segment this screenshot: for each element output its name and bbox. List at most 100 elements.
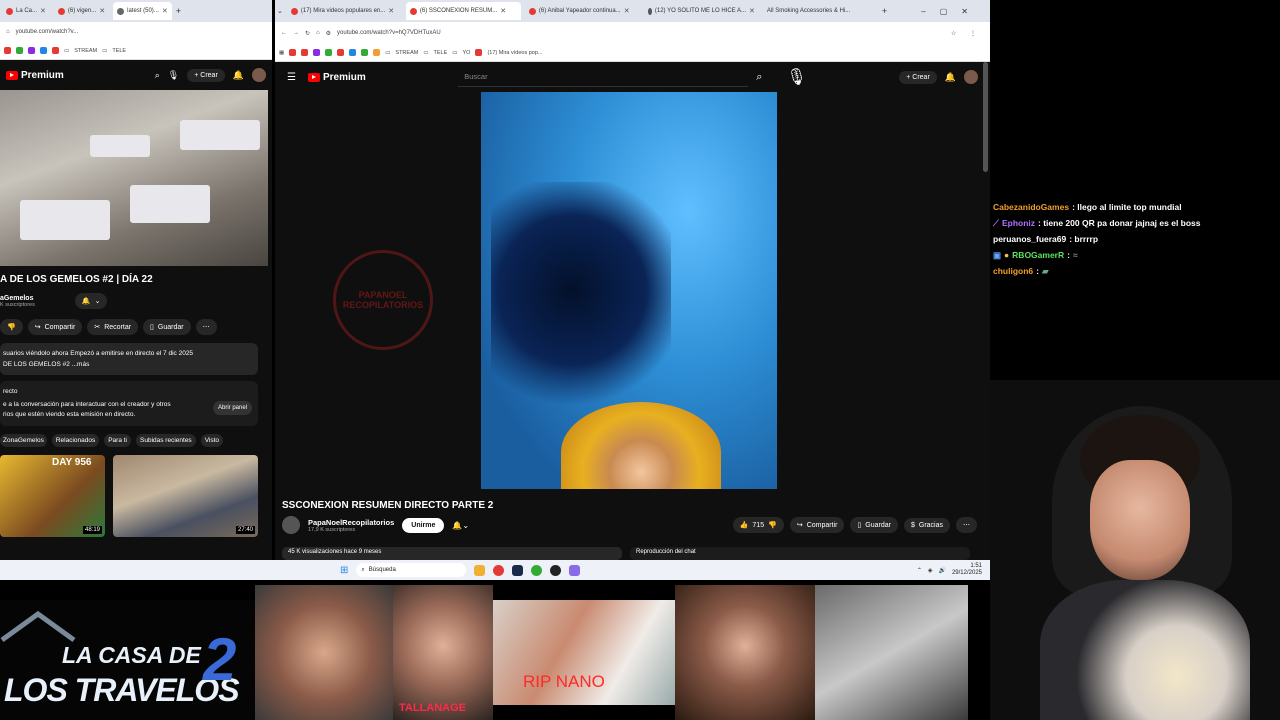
file-explorer-icon[interactable] <box>474 564 486 576</box>
bookmark-icon[interactable] <box>325 49 333 56</box>
avatar[interactable] <box>964 70 978 84</box>
description-box[interactable]: suarios viéndolo ahora Empezó a emitirse… <box>0 343 258 375</box>
toolbar-icons[interactable]: ☆ ⋮ <box>951 30 990 37</box>
bookmark-icon[interactable] <box>16 47 23 54</box>
bookmark-popular[interactable]: (17) Mira vídeos pop... <box>487 50 542 56</box>
open-panel-button[interactable]: Abrir panel <box>212 401 252 415</box>
share-button[interactable]: ↪ Compartir <box>789 517 845 533</box>
description-box[interactable]: 45 K visualizaciones hace 9 meses <box>282 547 622 560</box>
close-icon[interactable]: ✕ <box>162 7 168 15</box>
media-app-icon[interactable] <box>493 564 505 576</box>
clip-button[interactable]: ✂ Recortar <box>87 319 139 335</box>
mic-icon[interactable]: 🎙 <box>168 70 179 81</box>
home-icon[interactable]: ⌂ <box>316 30 320 36</box>
obs-icon[interactable] <box>550 564 562 576</box>
windows-start-icon[interactable]: ⊞ <box>340 565 348 576</box>
bookmark-icon[interactable] <box>28 47 35 54</box>
left-tab-1[interactable]: La Ca... ✕ <box>2 2 50 20</box>
home-icon[interactable]: ⌂ <box>6 29 10 35</box>
taskbar-search[interactable]: ⌕ Búsqueda <box>356 563 467 577</box>
join-button[interactable]: Unirme <box>402 517 445 533</box>
more-button[interactable]: ⋯ <box>195 319 217 335</box>
save-button[interactable]: ▯ Guardar <box>143 319 191 335</box>
create-button[interactable]: + Crear <box>899 70 937 84</box>
bookmark-stream[interactable]: STREAM <box>395 50 418 56</box>
menu-icon[interactable]: ☰ <box>287 72 296 83</box>
recommended-thumbnail[interactable]: 27:40 <box>113 455 258 537</box>
create-button[interactable]: + Crear <box>187 68 225 82</box>
chip-subidas-recientes[interactable]: Subidas recientes <box>136 434 196 447</box>
main-tab-1[interactable]: (17) Mira videos populares en... ✕ <box>287 2 402 20</box>
bell-icon[interactable]: 🔔 <box>233 70 244 81</box>
discord-icon[interactable] <box>569 564 581 576</box>
new-tab-icon[interactable]: + <box>176 6 181 16</box>
chat-replay-box[interactable]: Reproducción del chat <box>630 547 970 560</box>
steam-icon[interactable] <box>512 564 524 576</box>
search-input[interactable]: Buscar <box>458 67 749 87</box>
chrome-icon[interactable] <box>531 564 543 576</box>
bookmark-tele[interactable]: TELE <box>434 50 448 56</box>
bookmark-stream[interactable]: STREAM <box>74 48 97 54</box>
left-tab-2[interactable]: (6) vigen... ✕ <box>54 2 109 20</box>
left-tab-3[interactable]: latest (50)... ✕ <box>113 2 172 20</box>
share-button[interactable]: ↪ Compartir <box>27 319 83 335</box>
avatar[interactable] <box>252 68 266 82</box>
close-icon[interactable]: ✕ <box>624 7 630 15</box>
search-icon[interactable]: ⌕ <box>756 71 762 84</box>
main-address-bar[interactable]: ← → ↻ ⌂ ⚙ youtube.com/watch?v=hQ7VDHTuxA… <box>275 22 990 44</box>
window-controls[interactable]: –▢✕ <box>921 7 990 16</box>
mic-icon[interactable]: 🎙 <box>786 67 806 87</box>
left-address-bar[interactable]: ⌂ youtube.com/watch?v... <box>0 22 272 42</box>
close-icon[interactable]: ✕ <box>388 7 394 15</box>
reload-icon[interactable]: ↻ <box>305 30 310 37</box>
close-icon[interactable]: ✕ <box>99 7 105 15</box>
main-tab-3[interactable]: (6) Anibal Yapeador continua... ✕ <box>525 2 640 20</box>
bookmark-icon[interactable] <box>4 47 11 54</box>
chip-para-ti[interactable]: Para ti <box>104 434 132 447</box>
bookmark-icon[interactable] <box>361 49 369 56</box>
channel-name[interactable]: aGemelos <box>0 295 35 302</box>
search-icon[interactable]: ⌕ <box>155 70 160 81</box>
dislike-button[interactable]: 👎 <box>0 319 23 335</box>
main-tab-4[interactable]: (12) YO SOLITO ME LO HICE A... ✕ <box>644 2 759 20</box>
volume-icon[interactable]: 🔊 <box>938 567 945 574</box>
more-button[interactable]: ⋯ <box>956 517 977 533</box>
channel-avatar[interactable] <box>282 516 300 534</box>
bookmark-icon[interactable] <box>52 47 59 54</box>
notifications-button[interactable]: 🔔 ⌄ <box>74 293 108 309</box>
scrollbar[interactable] <box>983 62 988 172</box>
main-tab-2[interactable]: (6) SSCONEXION RESUM... ✕ <box>405 2 521 20</box>
bookmark-tele[interactable]: TELE <box>112 48 126 54</box>
close-icon[interactable]: ✕ <box>40 7 46 15</box>
forward-icon[interactable]: → <box>293 30 299 36</box>
main-tab-5[interactable]: All Smoking Accessories & Hi... <box>763 2 878 20</box>
main-video-player[interactable] <box>481 92 777 489</box>
bookmark-yo[interactable]: YO <box>463 50 471 56</box>
close-icon[interactable]: ✕ <box>500 7 506 15</box>
bookmark-icon[interactable] <box>337 49 345 56</box>
like-button[interactable]: 👍 715 👎 <box>732 517 784 533</box>
network-icon[interactable]: ◈ <box>928 567 933 574</box>
save-button[interactable]: ▯ Guardar <box>850 517 898 533</box>
thanks-button[interactable]: $ Gracias <box>903 517 950 533</box>
bell-icon[interactable]: 🔔⌄ <box>452 521 469 530</box>
close-icon[interactable]: ✕ <box>749 7 755 15</box>
youtube-logo[interactable]: Premium <box>307 72 366 83</box>
bookmark-icon[interactable] <box>40 47 47 54</box>
recommended-thumbnail[interactable]: DAY 956 48:19 <box>0 455 105 537</box>
bookmark-icon[interactable] <box>349 49 357 56</box>
bookmark-icon[interactable] <box>313 49 321 56</box>
bookmark-icon[interactable] <box>373 49 381 56</box>
bookmark-icon[interactable] <box>289 49 297 56</box>
left-video-player[interactable] <box>0 90 268 266</box>
bookmark-icon[interactable] <box>301 49 309 56</box>
tray-chevron-icon[interactable]: ⌃ <box>917 567 922 574</box>
bell-icon[interactable]: 🔔 <box>945 72 956 83</box>
tab-search-icon[interactable]: ⌄ <box>277 7 283 15</box>
chip-visto[interactable]: Visto <box>200 434 224 447</box>
back-icon[interactable]: ← <box>281 30 287 36</box>
channel-name[interactable]: PapaNoelRecopilatorios <box>308 518 394 527</box>
thumbs-down-icon[interactable]: 👎 <box>768 521 777 529</box>
new-tab-icon[interactable]: + <box>882 6 887 16</box>
youtube-logo[interactable]: Premium <box>6 70 64 81</box>
